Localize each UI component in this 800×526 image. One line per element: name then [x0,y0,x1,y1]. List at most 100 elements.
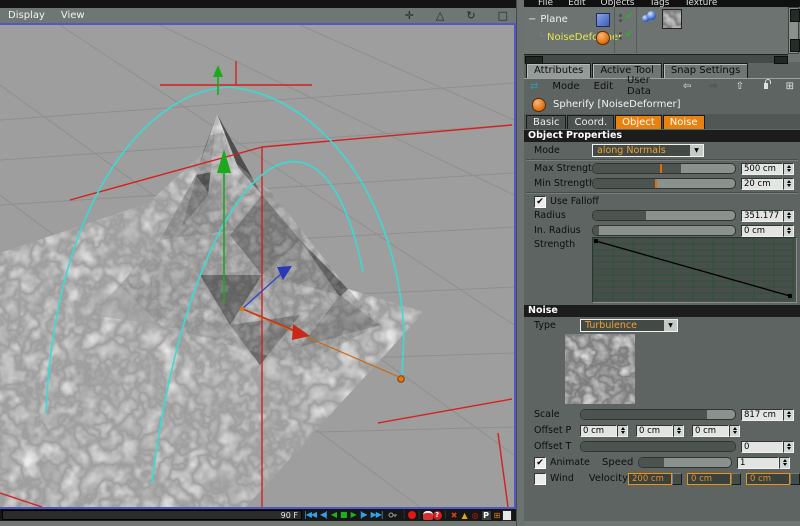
object-label-noisedeformer[interactable]: NoiseDeformer [547,32,622,43]
stepper[interactable] [672,472,682,485]
enable-check-plane[interactable]: ✔ [625,12,633,22]
lock-icon[interactable] [764,79,771,89]
om-vertical-scrollbar[interactable] [788,7,800,54]
offset-p-x-field[interactable]: 0 cm [580,424,628,437]
noise-type-dropdown[interactable]: Turbulence ▼ [580,319,678,332]
goto-end-button[interactable]: ▶▶| [371,510,384,520]
viewport-zoom-icon[interactable]: △ [436,10,444,21]
viewport-3d[interactable] [0,23,516,509]
stepper[interactable] [673,424,684,437]
in-radius-field[interactable]: 0 cm [741,224,794,237]
autokey-icon[interactable] [422,510,433,520]
history-forward-icon[interactable]: ⇨ [709,81,717,92]
object-row-noisedeformer[interactable]: └ NoiseDeformer [524,29,777,45]
target-icon[interactable]: ◎ [472,511,479,520]
p-tool-button[interactable]: P [480,509,492,521]
radius-field[interactable]: 351.177 cm [741,209,794,222]
layer-dots-deformer[interactable] [619,32,622,40]
in-radius-slider[interactable] [592,225,736,236]
layer-dots-plane[interactable] [619,14,622,22]
menu-edit[interactable]: Edit [594,81,613,92]
om-menu-texture[interactable]: Texture [684,0,717,7]
velocity-y-field[interactable]: 0 cm [687,472,741,485]
chevron-down-icon[interactable]: ▼ [690,145,703,156]
stepper[interactable] [783,162,794,175]
tab-attributes[interactable]: Attributes [526,63,592,78]
stepper[interactable] [783,177,794,190]
cinema4d-window: { "viewport": { "menu": [ {"label": "Dis… [0,0,800,526]
max-strength-field[interactable]: 500 cm [741,162,794,175]
xref-icon[interactable]: ✖ [451,511,458,520]
menu-user-data[interactable]: User Data [627,75,651,97]
texture-tag-icon[interactable] [662,9,682,29]
collapse-icon[interactable]: − [528,14,536,25]
layout-grid-icon[interactable]: ⊞ [786,81,794,92]
stepper[interactable] [783,408,794,421]
play-button[interactable]: ▶ [351,510,357,520]
animate-checkbox[interactable]: ✔ [534,456,546,469]
menu-mode[interactable]: Mode [552,81,579,92]
noisedeformer-object-icon[interactable] [596,31,610,45]
subtab-object[interactable]: Object [615,115,662,129]
offset-t-field[interactable]: 0 [741,440,794,453]
max-strength-slider[interactable] [592,163,736,174]
stepper[interactable] [731,472,741,485]
record-button[interactable] [407,511,416,519]
plane-object-icon[interactable] [596,13,610,27]
om-menu-tags[interactable]: Tags [650,0,670,7]
mode-dropdown[interactable]: along Normals ▼ [592,144,704,157]
min-strength-slider[interactable] [592,178,736,189]
help-button[interactable]: ? [432,510,442,520]
speed-slider[interactable] [638,457,732,468]
play-backwards-button[interactable]: ◀ [331,510,337,520]
goto-start-button[interactable]: |◀◀ [304,510,317,520]
parent-up-icon[interactable]: ⇧ [736,81,744,92]
timeline-slider[interactable]: 90 F [2,510,302,520]
radius-slider[interactable] [592,210,736,221]
stepper[interactable] [729,424,740,437]
om-menu-edit[interactable]: Edit [568,0,585,7]
prev-key-button[interactable]: ◀| [320,510,328,520]
use-falloff-checkbox[interactable]: ✔ [534,195,546,208]
subtab-coord[interactable]: Coord. [567,115,615,129]
stepper[interactable] [783,209,794,222]
stepper[interactable] [783,224,794,237]
min-strength-field[interactable]: 20 cm [741,177,794,190]
viewport-pan-icon[interactable]: ✛ [405,10,414,21]
stepper[interactable] [790,472,800,485]
scale-slider[interactable] [580,409,736,420]
next-key-button[interactable]: |▶ [360,510,368,520]
viewport-maximize-icon[interactable]: □ [498,10,508,21]
object-label-plane[interactable]: Plane [540,14,567,25]
speed-field[interactable]: 1 [737,456,790,469]
viewport-rotate-icon[interactable]: ↻ [466,10,475,21]
stepper[interactable] [783,440,794,453]
stepper[interactable] [779,456,790,469]
velocity-z-field[interactable]: 0 cm [746,472,800,485]
key-icon[interactable] [388,510,398,520]
grid-snap-icon[interactable]: ⊞ [494,511,501,520]
om-menu-file[interactable]: File [538,0,553,7]
subtab-noise[interactable]: Noise [662,115,705,129]
tab-snap-settings[interactable]: Snap Settings [662,63,749,78]
triangle-icon[interactable]: ▲ [461,511,467,520]
viewport-menu-view[interactable]: View [61,10,85,21]
om-menu-objects[interactable]: Objects [601,0,635,7]
enable-check-deformer[interactable]: ✔ [625,30,633,40]
viewport-menu-display[interactable]: Display [8,10,45,21]
offset-p-z-field[interactable]: 0 cm [692,424,740,437]
phong-tag-icon[interactable] [642,11,658,25]
offset-p-y-field[interactable]: 0 cm [636,424,684,437]
chevron-down-icon[interactable]: ▼ [664,320,677,331]
subtab-basic[interactable]: Basic [526,115,567,129]
page-icon[interactable] [502,509,513,521]
history-back-icon[interactable]: ⇦ [683,81,691,92]
offset-t-slider[interactable] [580,441,736,452]
stepper[interactable] [617,424,628,437]
velocity-x-field[interactable]: 200 cm [628,472,682,485]
stop-button[interactable]: ■ [340,510,348,520]
om-horizontal-scrollbar[interactable] [524,54,788,64]
scale-field[interactable]: 817 cm [741,408,794,421]
falloff-spline-graph[interactable] [592,237,797,303]
wind-checkbox[interactable] [534,472,546,485]
